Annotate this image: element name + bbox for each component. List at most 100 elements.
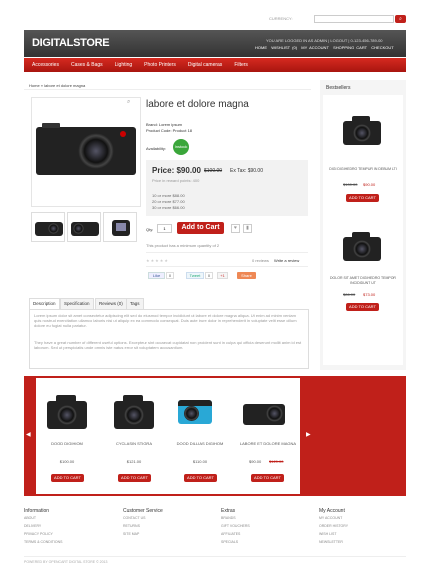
add-to-cart-button[interactable]: Add to Cart [177, 222, 224, 234]
carousel-item-4-add-to-cart[interactable]: ADD TO CART [251, 474, 284, 482]
nav-digital-cameras[interactable]: Digital cameras [188, 62, 222, 68]
description-para-2: They have a great number of different us… [34, 340, 302, 350]
cart-link[interactable]: SHOPPING CART [333, 45, 367, 50]
footer-link-account[interactable]: MY ACCOUNT [319, 514, 348, 522]
footer-link-delivery[interactable]: DELIVERY [24, 522, 63, 530]
footer-link-privacy[interactable]: PRIVACY POLICY [24, 530, 63, 538]
carousel-item-3-price: $110.00 [192, 459, 208, 464]
wishlist-heart-icon[interactable]: ♥ [231, 224, 240, 233]
description-para-1: Lorem ipsum dolor sit amet consectetur a… [34, 313, 297, 328]
nav-filters[interactable]: Filters [234, 62, 248, 68]
camera-lens [78, 133, 114, 169]
footer-link-terms[interactable]: TERMS & CONDITIONS [24, 538, 63, 546]
checkout-link[interactable]: CHECKOUT [371, 45, 393, 50]
discount-3: 30 or more $66.00 [152, 205, 185, 210]
carousel-item-2-add-to-cart[interactable]: ADD TO CART [118, 474, 151, 482]
powered-by: POWERED BY OPENCART DIGITAL STORE © 2013 [24, 560, 108, 564]
bestseller-1-name[interactable]: DIGI DIGIHEDRO TEMPUR IN DEBUM LTI [326, 167, 400, 172]
availability-label: Availability: [146, 146, 166, 151]
carousel-item-2-name[interactable]: CYCLASIN STIGRA [105, 441, 163, 446]
bestseller-2-price: $73.00 [363, 292, 376, 297]
currency-label: CURRENCY: [269, 16, 293, 21]
bestseller-1-old-price: $100.00 [343, 182, 358, 187]
share-button[interactable]: Share [237, 272, 256, 279]
zoom-icon[interactable]: ⌕ [127, 99, 130, 106]
price: Price: $90.00 [152, 166, 201, 175]
carousel-item-2-price: $121.00 [126, 459, 142, 464]
product-code: Product Code: Product 18 [146, 128, 193, 133]
compare-icon[interactable]: ▮ [243, 224, 252, 233]
facebook-like-button[interactable]: Like [148, 272, 165, 279]
account-links: HOME WISHLIST (0) MY ACCOUNT SHOPPING CA… [255, 45, 394, 50]
product-brand[interactable]: Brand: Lorem ipsum [146, 122, 182, 127]
carousel-next-arrow[interactable]: ▶ [306, 431, 311, 438]
carousel-prev-arrow[interactable]: ◀ [26, 431, 31, 438]
google-plus-button[interactable]: +1 [217, 272, 228, 279]
tab-tags[interactable]: Tags [126, 298, 144, 309]
welcome-text: YOU ARE LOGGED IN AS ADMIN | LOGOUT | 0-… [266, 38, 383, 43]
footer-customer-service-links: CONTACT US RETURNS SITE MAP [123, 514, 145, 538]
wishlist-link[interactable]: WISHLIST (0) [271, 45, 297, 50]
reviews-count[interactable]: 0 reviews [252, 258, 269, 263]
carousel-item-3-add-to-cart[interactable]: ADD TO CART [184, 474, 217, 482]
footer-link-orders[interactable]: ORDER HISTORY [319, 522, 348, 530]
nav-items: Accessories Cases & Bags Lighting Photo Pri… [32, 62, 248, 68]
product-title: labore et dolore magna [146, 99, 249, 110]
bestsellers-title: Bestsellers [326, 85, 351, 91]
home-link[interactable]: HOME [255, 45, 267, 50]
carousel-item-1-name[interactable]: DOOD DIGIHIOM [38, 441, 96, 446]
footer-link-contact[interactable]: CONTACT US [123, 514, 145, 522]
qty-input[interactable] [157, 224, 172, 233]
nav-lighting[interactable]: Lighting [115, 62, 133, 68]
nav-photo-printers[interactable]: Photo Printers [144, 62, 176, 68]
logo[interactable]: DIGITALSTORE [32, 37, 110, 49]
carousel-item-4-name[interactable]: LABORE ET DOLORE MAGNA [239, 441, 297, 446]
carousel-item-3-name[interactable]: DOOD DILLIAS DIGIHOM [171, 441, 229, 446]
footer-link-sitemap[interactable]: SITE MAP [123, 530, 145, 538]
footer-information-links: ABOUT DELIVERY PRIVACY POLICY TERMS & CONDI… [24, 514, 63, 546]
discount-2: 20 or more $77.00 [152, 199, 185, 204]
nav-accessories[interactable]: Accessories [32, 62, 59, 68]
phone: 0-123-456-789-00 [350, 38, 383, 43]
carousel-item-4-price: $90.00 [249, 459, 262, 464]
carousel-item-4-old-price: $120.00 [269, 459, 284, 464]
bestseller-2-old-price: $86.00 [343, 292, 356, 297]
logout-link[interactable]: LOGOUT [330, 38, 347, 43]
qty-label: Qty: [146, 227, 154, 232]
thumbnail-2[interactable] [67, 212, 101, 242]
nav-cases[interactable]: Cases & Bags [71, 62, 103, 68]
footer-my-account-links: MY ACCOUNT ORDER HISTORY WISH LIST NEWSLETT… [319, 514, 348, 546]
search-input[interactable] [314, 15, 394, 23]
tab-reviews[interactable]: Reviews (0) [95, 298, 127, 309]
bestseller-1-add-to-cart[interactable]: ADD TO CART [346, 194, 379, 202]
footer-link-wishlist[interactable]: WISH LIST [319, 530, 348, 538]
footer-link-specials[interactable]: SPECIALS [221, 538, 250, 546]
thumbnail-3[interactable] [103, 212, 137, 242]
footer-extras-links: BRANDS GIFT VOUCHERS AFFILIATES SPECIALS [221, 514, 250, 546]
my-account-link[interactable]: MY ACCOUNT [301, 45, 329, 50]
like-count: 0 [166, 272, 174, 279]
instock-badge: Instock [173, 139, 189, 155]
tab-description[interactable]: Description [29, 298, 60, 309]
tweet-button[interactable]: Tweet [186, 272, 204, 279]
breadcrumb[interactable]: Home » labore et dolore magna [29, 83, 85, 88]
thumbnail-1[interactable] [31, 212, 65, 242]
tab-specification[interactable]: Specification [60, 298, 94, 309]
carousel-item-1-add-to-cart[interactable]: ADD TO CART [51, 474, 84, 482]
footer-link-returns[interactable]: RETURNS [123, 522, 145, 530]
footer-link-newsletter[interactable]: NEWSLETTER [319, 538, 348, 546]
bestseller-1-price: $90.00 [363, 182, 376, 187]
footer-link-gift[interactable]: GIFT VOUCHERS [221, 522, 250, 530]
search-icon[interactable]: ⌕ [395, 15, 406, 23]
bestseller-2-name[interactable]: DOLOR SIT AMET DIGIHEDRO TEMPOR INCIDIDU… [326, 276, 400, 286]
ex-tax: Ex Tax: $90.00 [230, 168, 263, 174]
carousel-item-1-price: $100.00 [59, 459, 75, 464]
footer-link-about[interactable]: ABOUT [24, 514, 63, 522]
bestseller-2-add-to-cart[interactable]: ADD TO CART [346, 303, 379, 311]
write-review-link[interactable]: Write a review [274, 258, 299, 263]
old-price: $100.00 [204, 168, 223, 174]
discount-1: 10 or more $88.00 [152, 193, 185, 198]
footer-link-brands[interactable]: BRANDS [221, 514, 250, 522]
reward-points: Price in reward points: 400 [152, 178, 200, 183]
footer-link-affiliates[interactable]: AFFILIATES [221, 530, 250, 538]
